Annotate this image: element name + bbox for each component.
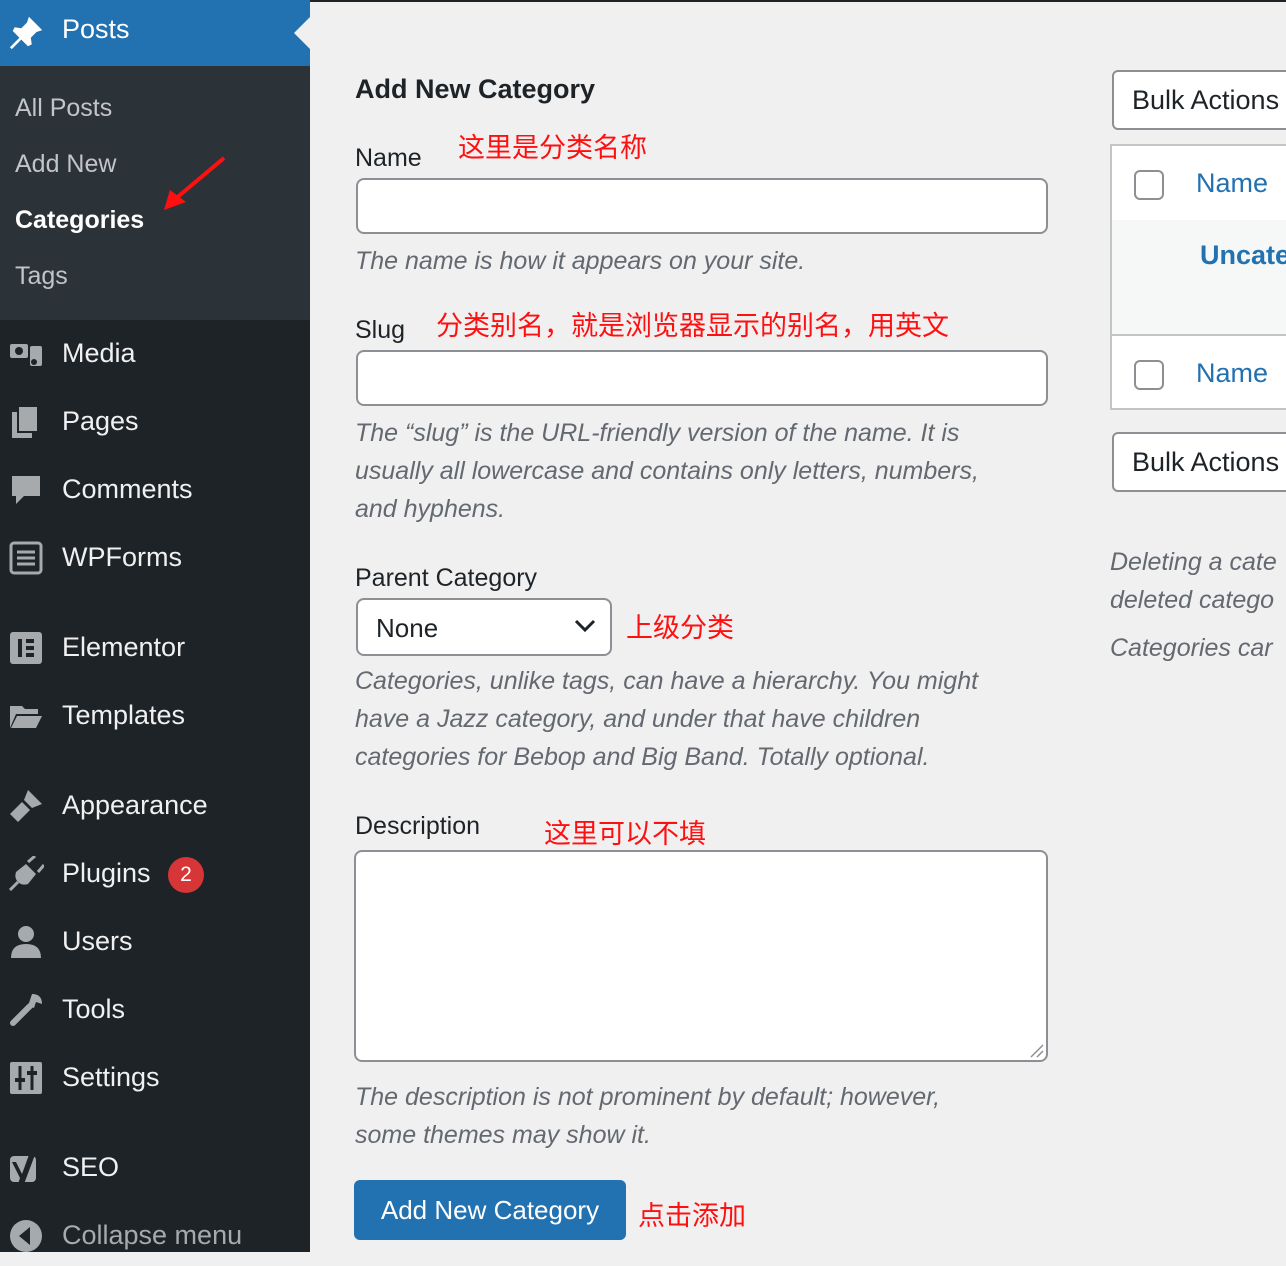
menu-appearance-label: Appearance [62,790,208,820]
submit-annotation: 点击添加 [638,1201,746,1231]
bulk-actions-select-bottom[interactable]: Bulk Actions [1112,432,1286,492]
menu-settings[interactable]: Settings [0,1048,310,1108]
bulk-actions-label-top: Bulk Actions [1132,85,1280,115]
slug-annotation: 分类别名，就是浏览器显示的别名，用英文 [436,311,949,341]
menu-pages-label: Pages [62,406,139,436]
menu-elementor-label: Elementor [62,632,186,662]
table-footer: Name [1112,336,1286,408]
category-name-link[interactable]: Uncate [1200,240,1286,271]
convert-note: Categories car [1110,634,1273,662]
menu-tools[interactable]: Tools [0,980,310,1040]
description-label: Description [355,812,481,840]
media-icon [10,344,42,366]
menu-pages[interactable]: Pages [0,392,310,452]
menu-settings-label: Settings [62,1062,160,1092]
select-all-checkbox-footer[interactable] [1134,360,1164,390]
name-label: Name [355,144,422,172]
menu-posts[interactable]: Posts [0,0,310,66]
menu-appearance[interactable]: Appearance [0,776,310,836]
add-new-category-button[interactable]: Add New Category [354,1180,626,1240]
name-help: The name is how it appears on your site. [355,247,806,275]
tools-icon [10,994,42,1026]
plugins-update-badge: 2 [168,857,204,893]
pages-icon [12,405,39,438]
menu-comments[interactable]: Comments [0,460,310,520]
submenu-all-posts[interactable]: All Posts [15,94,112,123]
menu-templates[interactable]: Templates [0,686,310,746]
slug-label: Slug [355,316,406,344]
menu-seo[interactable]: SEO [0,1138,310,1198]
collapse-icon [10,1220,42,1252]
current-menu-notch [294,17,310,49]
pin-icon [9,16,43,50]
appearance-icon [10,790,42,822]
name-annotation: 这里是分类名称 [458,133,647,163]
menu-plugins-label: Plugins [62,858,151,888]
menu-comments-label: Comments [62,474,193,504]
table-row: Uncate [1112,220,1286,336]
name-input[interactable] [356,178,1048,234]
column-name-footer[interactable]: Name [1196,358,1268,389]
slug-help-line-1: The “slug” is the URL-friendly version o… [355,419,960,447]
parent-category-select[interactable]: None [356,598,612,656]
description-textarea[interactable] [354,850,1048,1062]
bulk-actions-label-bottom: Bulk Actions [1132,447,1280,477]
description-help-line-2: some themes may show it. [355,1121,651,1149]
delete-note-line-2: deleted catego [1110,586,1275,614]
parent-category-label: Parent Category [355,564,538,592]
menu-media-label: Media [62,338,136,368]
menu-templates-label: Templates [62,700,186,730]
menu-plugins[interactable]: Plugins 2 [0,844,310,904]
templates-icon [10,706,42,728]
description-annotation: 这里可以不填 [544,819,706,849]
categories-table: Name Uncate Name [1110,144,1286,410]
menu-wpforms-label: WPForms [62,542,182,572]
parent-annotation: 上级分类 [626,613,734,643]
delete-note-line-1: Deleting a cate [1110,548,1277,576]
form-title: Add New Category [355,74,596,104]
settings-icon [10,1062,42,1094]
menu-seo-label: SEO [62,1152,120,1182]
elementor-icon [10,632,42,664]
main-content: Add New Category Name 这里是分类名称 The name i… [310,0,1286,1252]
submenu-add-new[interactable]: Add New [15,150,116,179]
parent-help-line-1: Categories, unlike tags, can have a hier… [355,667,979,695]
plugins-icon [8,856,44,892]
menu-elementor[interactable]: Elementor [0,618,310,678]
parent-help-line-3: categories for Bebop and Big Band. Total… [355,743,930,771]
menu-media[interactable]: Media [0,324,310,384]
wpforms-icon [9,541,43,575]
submenu-categories[interactable]: Categories [15,206,144,235]
comments-icon [12,476,40,504]
parent-category-value: None [376,613,439,643]
chevron-down-icon [574,619,596,633]
admin-sidebar: Posts All Posts Add New Categories Tags … [0,0,310,1252]
slug-input[interactable] [356,350,1048,406]
resize-grip-icon[interactable] [1028,1042,1044,1058]
table-header: Name [1112,146,1286,222]
column-name-header[interactable]: Name [1196,168,1268,199]
select-all-checkbox[interactable] [1134,170,1164,200]
parent-help-line-2: have a Jazz category, and under that hav… [355,705,921,733]
collapse-menu-button[interactable]: Collapse menu [0,1206,310,1266]
menu-tools-label: Tools [62,994,126,1024]
slug-help-line-2: usually all lowercase and contains only … [355,457,979,485]
menu-wpforms[interactable]: WPForms [0,528,310,588]
collapse-menu-label: Collapse menu [62,1220,243,1250]
annotation-arrow [164,156,226,210]
users-icon [11,926,41,958]
posts-submenu: All Posts Add New Categories Tags [0,66,310,320]
menu-posts-label: Posts [62,14,130,44]
description-help-line-1: The description is not prominent by defa… [355,1083,941,1111]
menu-users[interactable]: Users [0,912,310,972]
slug-help-line-3: and hyphens. [355,495,506,523]
submenu-tags[interactable]: Tags [15,262,68,291]
yoast-icon [10,1152,36,1184]
menu-users-label: Users [62,926,133,956]
bulk-actions-select-top[interactable]: Bulk Actions [1112,70,1286,130]
